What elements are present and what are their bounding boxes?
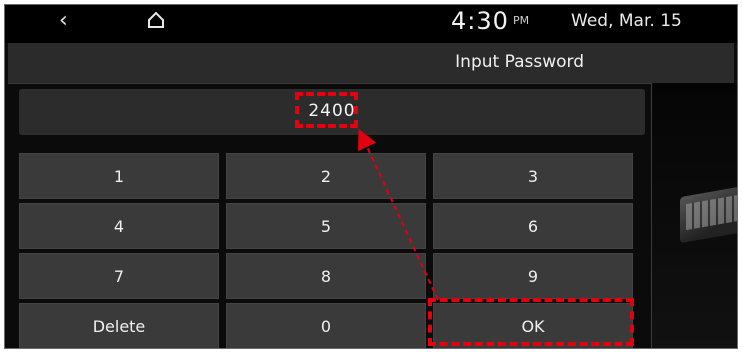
annotation-arrow: [357, 128, 439, 301]
